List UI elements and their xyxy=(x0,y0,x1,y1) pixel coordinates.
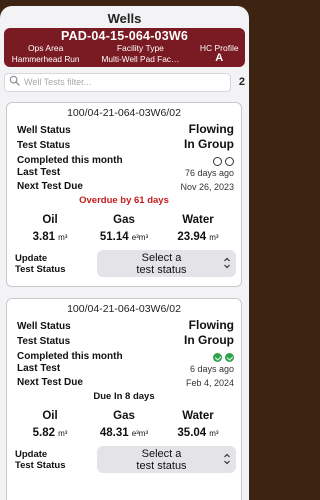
last-test-label: Last Test xyxy=(17,363,61,374)
ops-area-value: Hammerhead Run xyxy=(11,54,80,64)
oil-value: 5.82 xyxy=(32,427,55,439)
chevron-up-down-icon xyxy=(224,257,230,269)
oil-unit: m³ xyxy=(58,429,68,438)
test-status-row: Test Status In Group xyxy=(7,332,241,347)
gas-unit: e³m³ xyxy=(131,233,149,242)
update-label-line-1: Update xyxy=(15,252,48,264)
incomplete-circle-icon xyxy=(213,157,222,166)
update-test-status-label: Update Test Status xyxy=(15,449,97,471)
next-test-due-value: Nov 26, 2023 xyxy=(180,182,234,192)
production-values: Oil 5.82 m³ Gas 48.31 e³m³ Water 35.04 m… xyxy=(7,410,241,439)
last-test-row: Last Test 6 days ago xyxy=(7,362,241,374)
update-label-line-2: Test Status xyxy=(15,459,66,471)
pad-banner: PAD-04-15-064-03W6 Ops Area Facility Typ… xyxy=(4,28,245,67)
update-test-status-label: Update Test Status xyxy=(15,253,97,275)
test-status-row: Test Status In Group xyxy=(7,136,241,151)
water-column: Water 35.04 m³ xyxy=(161,410,235,439)
check-circle-icon xyxy=(213,353,222,362)
well-card[interactable]: 100/04-21-064-03W6/02 Well Status Flowin… xyxy=(6,102,242,287)
well-status-label: Well Status xyxy=(17,321,71,332)
oil-unit: m³ xyxy=(58,233,68,242)
well-id: 100/04-21-064-03W6/02 xyxy=(67,107,181,119)
select-line-2: test status xyxy=(136,460,187,472)
well-status-label: Well Status xyxy=(17,125,71,136)
well-card[interactable]: 100/04-21-064-03W6/02 Well Status Flowin… xyxy=(6,298,242,500)
next-test-due-label: Next Test Due xyxy=(17,181,83,192)
select-line-1: Select a xyxy=(141,252,182,264)
search-input[interactable] xyxy=(24,77,204,87)
gas-label: Gas xyxy=(113,214,135,226)
oil-label: Oil xyxy=(42,214,58,226)
test-status-select[interactable]: Select a test status xyxy=(97,250,236,277)
well-status-value: Flowing xyxy=(188,122,234,136)
search-icon xyxy=(9,73,20,91)
completed-indicators xyxy=(213,353,234,362)
gas-value: 48.31 xyxy=(99,427,129,439)
test-status-label: Test Status xyxy=(17,140,71,151)
last-test-value: 76 days ago xyxy=(184,168,234,178)
select-line-2: test status xyxy=(136,264,187,276)
due-message: Overdue by 61 days xyxy=(79,195,169,206)
hc-profile-value: A xyxy=(215,52,224,64)
completed-indicators xyxy=(213,157,234,166)
chevron-up-down-icon xyxy=(224,453,230,465)
wells-sheet: Wells PAD-04-15-064-03W6 Ops Area Facili… xyxy=(0,6,249,500)
test-status-label: Test Status xyxy=(17,336,71,347)
oil-label: Oil xyxy=(42,410,58,422)
oil-value: 3.81 xyxy=(32,231,55,243)
gas-column: Gas 51.14 e³m³ xyxy=(87,214,161,243)
select-line-1: Select a xyxy=(141,448,182,460)
water-label: Water xyxy=(182,410,214,422)
last-test-label: Last Test xyxy=(17,167,61,178)
well-id: 100/04-21-064-03W6/02 xyxy=(67,303,181,315)
oil-column: Oil 3.81 m³ xyxy=(13,214,87,243)
gas-label: Gas xyxy=(113,410,135,422)
well-status-row: Well Status Flowing xyxy=(7,317,241,332)
facility-type-value: Multi-Well Pad Fac… xyxy=(101,54,180,64)
well-tests-filter[interactable] xyxy=(4,72,231,92)
well-status-value: Flowing xyxy=(188,318,234,332)
update-label-line-2: Test Status xyxy=(15,263,66,275)
water-unit: m³ xyxy=(209,429,219,438)
facility-type-label: Facility Type xyxy=(116,43,164,53)
completed-label: Completed this month xyxy=(17,351,123,362)
water-value: 23.94 xyxy=(177,231,207,243)
search-row: 2 xyxy=(4,72,245,92)
completed-label: Completed this month xyxy=(17,155,123,166)
water-value: 35.04 xyxy=(177,427,207,439)
next-test-due-label: Next Test Due xyxy=(17,377,83,388)
production-values: Oil 3.81 m³ Gas 51.14 e³m³ Water 23.94 m… xyxy=(7,214,241,243)
gas-value: 51.14 xyxy=(99,231,129,243)
water-column: Water 23.94 m³ xyxy=(161,214,235,243)
update-test-status-row: Update Test Status Select a test status xyxy=(15,446,236,473)
last-test-value: 6 days ago xyxy=(189,364,234,374)
page-title: Wells xyxy=(107,11,142,26)
gas-unit: e³m³ xyxy=(131,429,149,438)
next-test-due-value: Feb 4, 2024 xyxy=(185,378,234,388)
completed-row: Completed this month xyxy=(7,347,241,362)
next-test-due-row: Next Test Due Feb 4, 2024 xyxy=(7,374,241,388)
test-status-value: In Group xyxy=(184,333,234,347)
water-label: Water xyxy=(182,214,214,226)
update-test-status-row: Update Test Status Select a test status xyxy=(15,250,236,277)
test-status-value: In Group xyxy=(184,137,234,151)
oil-column: Oil 5.82 m³ xyxy=(13,410,87,439)
result-count: 2 xyxy=(238,76,245,88)
completed-row: Completed this month xyxy=(7,151,241,166)
check-circle-icon xyxy=(225,353,234,362)
test-status-select[interactable]: Select a test status xyxy=(97,446,236,473)
ops-area-label: Ops Area xyxy=(27,43,64,53)
well-status-row: Well Status Flowing xyxy=(7,121,241,136)
water-unit: m³ xyxy=(209,233,219,242)
last-test-row: Last Test 76 days ago xyxy=(7,166,241,178)
due-message: Due In 8 days xyxy=(93,391,155,402)
incomplete-circle-icon xyxy=(225,157,234,166)
next-test-due-row: Next Test Due Nov 26, 2023 xyxy=(7,178,241,192)
update-label-line-1: Update xyxy=(15,448,48,460)
pad-name: PAD-04-15-064-03W6 xyxy=(60,29,189,43)
gas-column: Gas 48.31 e³m³ xyxy=(87,410,161,439)
